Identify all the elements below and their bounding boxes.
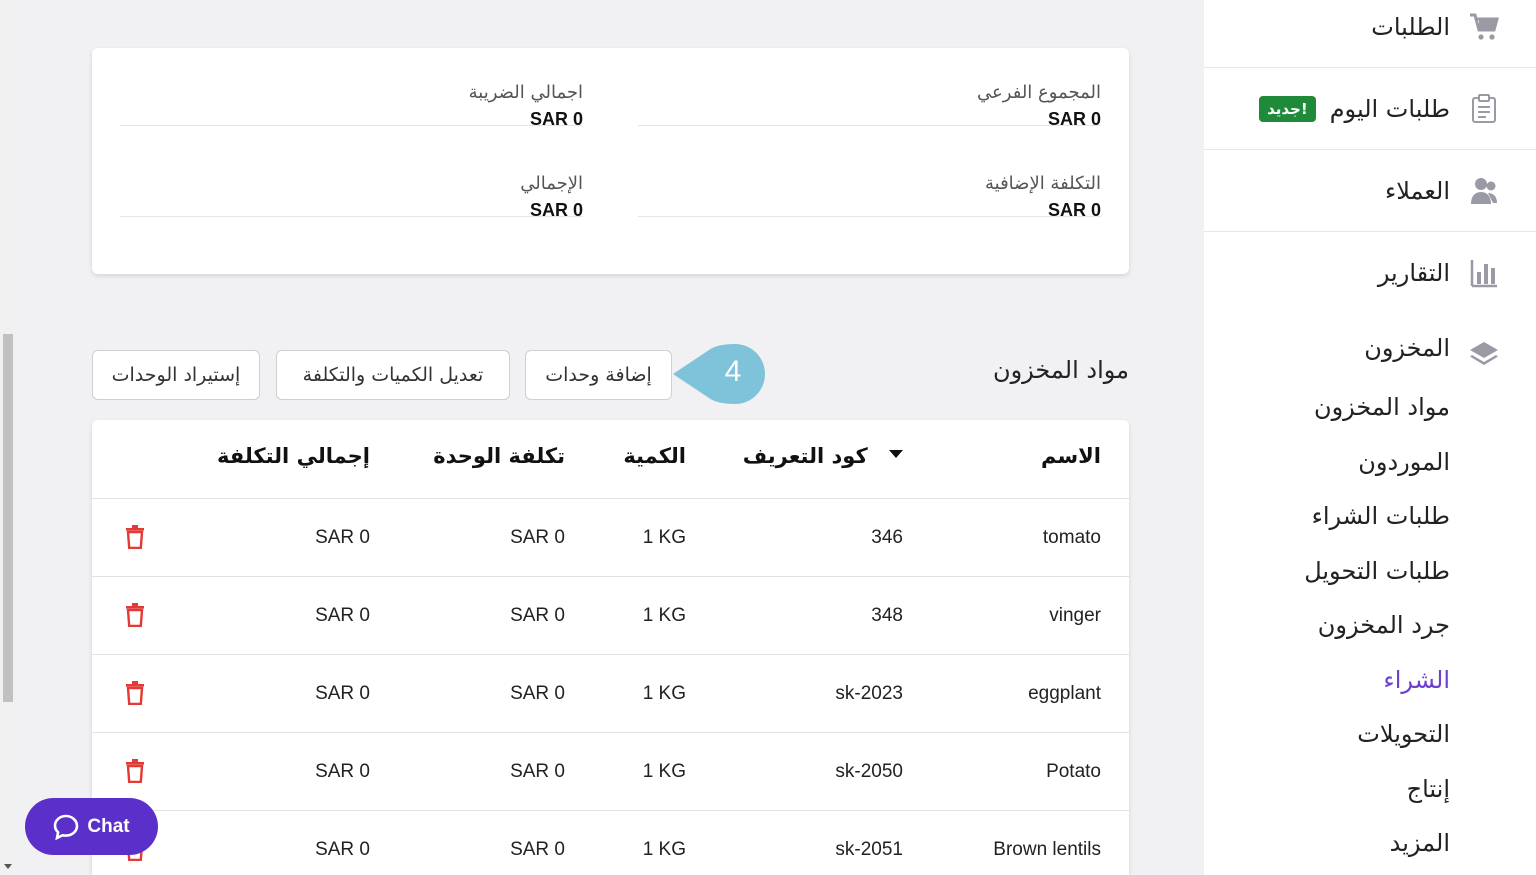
- trash-icon[interactable]: [125, 525, 145, 549]
- cell-sku: 348: [871, 605, 903, 626]
- bar-chart-icon: [1468, 257, 1500, 289]
- sort-down-icon: [889, 450, 903, 458]
- submenu-purchase-orders[interactable]: طلبات الشراء: [1304, 489, 1450, 544]
- subtotal-label: المجموع الفرعي: [977, 82, 1101, 103]
- cell-total-cost: SAR 0: [315, 683, 370, 704]
- chat-label: Chat: [87, 815, 130, 837]
- cell-name: vinger: [1049, 605, 1101, 626]
- edit-quantities-cost-button[interactable]: تعديل الكميات والتكلفة: [276, 350, 510, 400]
- submenu-production[interactable]: إنتاج: [1304, 762, 1450, 817]
- table-row[interactable]: Brown lentils sk-2051 1 KG SAR 0 SAR 0: [92, 811, 1129, 875]
- cell-name: Brown lentils: [993, 839, 1101, 860]
- submenu-inventory-count[interactable]: جرد المخزون: [1304, 598, 1450, 653]
- cell-qty: 1 KG: [642, 605, 686, 626]
- table-row[interactable]: tomato 346 1 KG SAR 0 SAR 0: [92, 499, 1129, 577]
- sidebar-item-orders[interactable]: الطلبات: [1204, 0, 1536, 68]
- step-callout: 4: [673, 344, 769, 404]
- chat-button[interactable]: Chat: [25, 798, 158, 855]
- new-badge: جديد!: [1259, 95, 1316, 122]
- cell-unit-cost: SAR 0: [510, 761, 565, 782]
- sidebar-item-label: العملاء: [1384, 176, 1450, 205]
- import-units-button[interactable]: إستيراد الوحدات: [92, 350, 260, 400]
- cell-qty: 1 KG: [642, 839, 686, 860]
- col-name-header[interactable]: الاسم: [1041, 444, 1101, 468]
- layers-icon: [1468, 340, 1500, 372]
- sort-label: كود التعريف: [742, 444, 868, 468]
- col-sku-header[interactable]: كود التعريف: [743, 444, 903, 468]
- submenu-inventory-items[interactable]: مواد المخزون: [1304, 380, 1450, 435]
- cell-qty: 1 KG: [642, 683, 686, 704]
- cell-total-cost: SAR 0: [315, 839, 370, 860]
- col-qty-header[interactable]: الكمية: [623, 444, 686, 468]
- inventory-submenu: مواد المخزون الموردون طلبات الشراء طلبات…: [1304, 380, 1450, 871]
- trash-icon[interactable]: [125, 603, 145, 627]
- submenu-transfer-orders[interactable]: طلبات التحويل: [1304, 544, 1450, 599]
- total-label: الإجمالي: [520, 173, 583, 194]
- sidebar-main-nav: الطلبات جديد! طلبات اليوم العملاء التقار…: [1204, 0, 1536, 314]
- cell-sku: sk-2023: [835, 683, 903, 704]
- section-title: مواد المخزون: [992, 356, 1129, 384]
- sidebar-item-inventory[interactable]: المخزون: [1364, 334, 1450, 362]
- cell-sku: sk-2051: [835, 839, 903, 860]
- cell-total-cost: SAR 0: [315, 761, 370, 782]
- tax-cell: اجمالي الضريبة SAR 0: [120, 56, 583, 129]
- trash-icon[interactable]: [125, 759, 145, 783]
- add-units-button[interactable]: إضافة وحدات: [525, 350, 672, 400]
- sidebar-item-label: طلبات اليوم: [1329, 94, 1450, 123]
- tax-label: اجمالي الضريبة: [468, 82, 583, 103]
- col-unit-cost-header[interactable]: تكلفة الوحدة: [433, 444, 565, 468]
- cell-sku: sk-2050: [835, 761, 903, 782]
- sidebar-item-today-orders[interactable]: جديد! طلبات اليوم: [1204, 68, 1536, 150]
- cell-unit-cost: SAR 0: [510, 683, 565, 704]
- sidebar-item-customers[interactable]: العملاء: [1204, 150, 1536, 232]
- total-cell: الإجمالي SAR 0: [120, 147, 583, 220]
- total-value: SAR 0: [529, 200, 583, 220]
- sidebar-inventory-group: المخزون مواد المخزون الموردون طلبات الشر…: [1204, 314, 1536, 875]
- submenu-more[interactable]: المزيد: [1304, 816, 1450, 871]
- trash-icon[interactable]: [125, 681, 145, 705]
- cart-icon: [1468, 11, 1500, 43]
- step-number: 4: [725, 355, 742, 388]
- extra-cost-label: التكلفة الإضافية: [984, 173, 1101, 194]
- subtotal-value: SAR 0: [1047, 109, 1101, 129]
- cell-unit-cost: SAR 0: [510, 605, 565, 626]
- cell-qty: 1 KG: [642, 527, 686, 548]
- chat-bubble-icon: [54, 814, 79, 840]
- tax-value: SAR 0: [529, 109, 583, 129]
- sidebar-item-reports[interactable]: التقارير: [1204, 232, 1536, 314]
- cell-qty: 1 KG: [642, 761, 686, 782]
- cell-sku: 346: [871, 527, 903, 548]
- clipboard-icon: [1468, 93, 1500, 125]
- cell-name: Potato: [1046, 761, 1101, 782]
- cell-name: tomato: [1042, 527, 1101, 548]
- submenu-transfers[interactable]: التحويلات: [1304, 707, 1450, 762]
- sidebar-item-label: الطلبات: [1371, 12, 1450, 41]
- scroll-down-arrow[interactable]: [4, 864, 12, 869]
- cell-name: eggplant: [1028, 683, 1101, 704]
- subtotal-cell: المجموع الفرعي SAR 0: [638, 56, 1101, 129]
- scrollbar-thumb[interactable]: [3, 334, 13, 702]
- submenu-purchasing[interactable]: الشراء: [1304, 653, 1450, 708]
- sidebar-item-label: التقارير: [1377, 259, 1450, 287]
- table-row[interactable]: vinger 348 1 KG SAR 0 SAR 0: [92, 577, 1129, 655]
- cell-total-cost: SAR 0: [315, 605, 370, 626]
- sidebar: الطلبات جديد! طلبات اليوم العملاء التقار…: [1204, 0, 1536, 875]
- col-total-cost-header[interactable]: إجمالي التكلفة: [217, 444, 370, 468]
- summary-card: المجموع الفرعي SAR 0 اجمالي الضريبة SAR …: [92, 48, 1129, 274]
- extra-cost-cell: التكلفة الإضافية SAR 0: [638, 147, 1101, 220]
- table-header: الاسم كود التعريف الكمية تكلفة الوحدة إج…: [92, 420, 1129, 499]
- cell-total-cost: SAR 0: [315, 527, 370, 548]
- extra-cost-value: SAR 0: [1047, 200, 1101, 220]
- table-row[interactable]: eggplant sk-2023 1 KG SAR 0 SAR 0: [92, 655, 1129, 733]
- submenu-suppliers[interactable]: الموردون: [1304, 435, 1450, 490]
- customers-icon: [1468, 175, 1500, 207]
- cell-unit-cost: SAR 0: [510, 527, 565, 548]
- table-row[interactable]: Potato sk-2050 1 KG SAR 0 SAR 0: [92, 733, 1129, 811]
- cell-unit-cost: SAR 0: [510, 839, 565, 860]
- page-scrollbar[interactable]: [0, 0, 15, 875]
- inventory-items-table: الاسم كود التعريف الكمية تكلفة الوحدة إج…: [92, 420, 1129, 875]
